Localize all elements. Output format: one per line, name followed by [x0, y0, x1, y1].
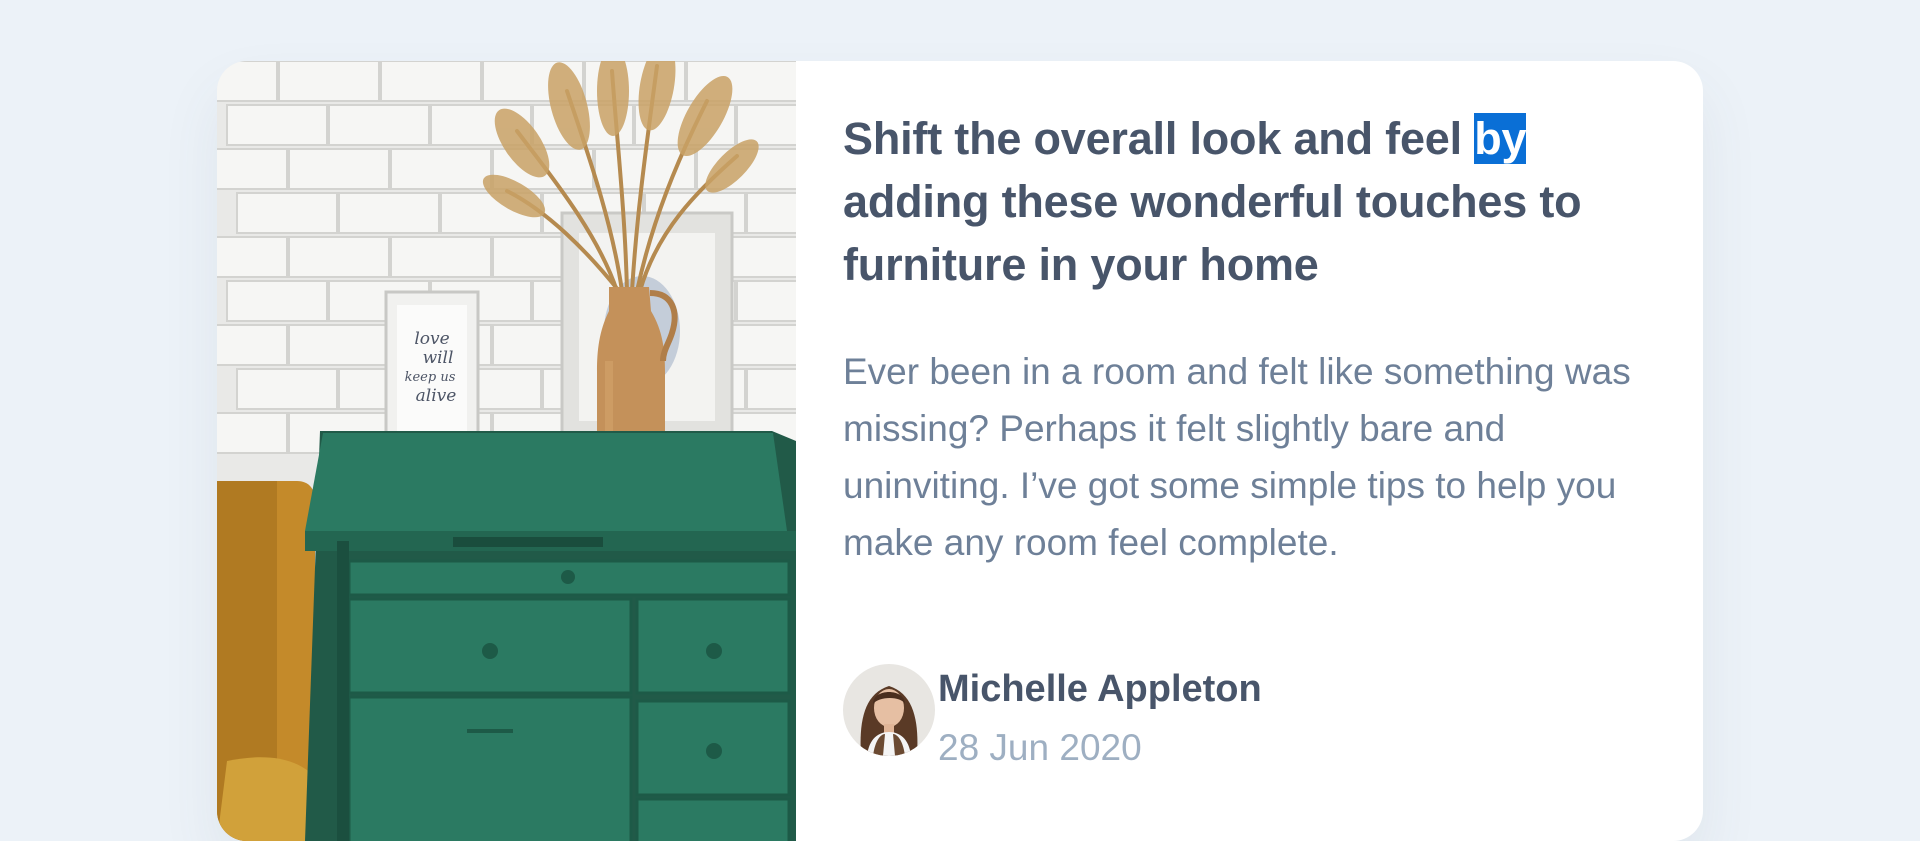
author-meta: Michelle Appleton 28 Jun 2020: [938, 665, 1262, 773]
article-description: Ever been in a room and felt like someth…: [843, 351, 1631, 563]
publish-date: 28 Jun 2020: [938, 727, 1142, 768]
author-info: Michelle Appleton 28 Jun 2020: [843, 664, 1262, 773]
article-card: love will keep us alive Shift the overal…: [217, 61, 1703, 841]
article-content: Shift the overall look and feel by addin…: [796, 61, 1703, 841]
article-title: Shift the overall look and feel by addin…: [843, 107, 1663, 296]
title-text-end: adding these wonderful touches to furnit…: [843, 176, 1582, 290]
svg-text:keep us: keep us: [405, 370, 456, 385]
svg-text:alive: alive: [416, 386, 457, 406]
article-image: love will keep us alive: [217, 61, 796, 841]
title-text-start: Shift the overall look and feel: [843, 113, 1475, 164]
svg-text:love: love: [414, 329, 449, 349]
svg-text:will: will: [423, 348, 454, 368]
author-name: Michelle Appleton: [938, 668, 1262, 710]
title-selected-text: by: [1474, 113, 1527, 164]
avatar: [843, 664, 935, 756]
